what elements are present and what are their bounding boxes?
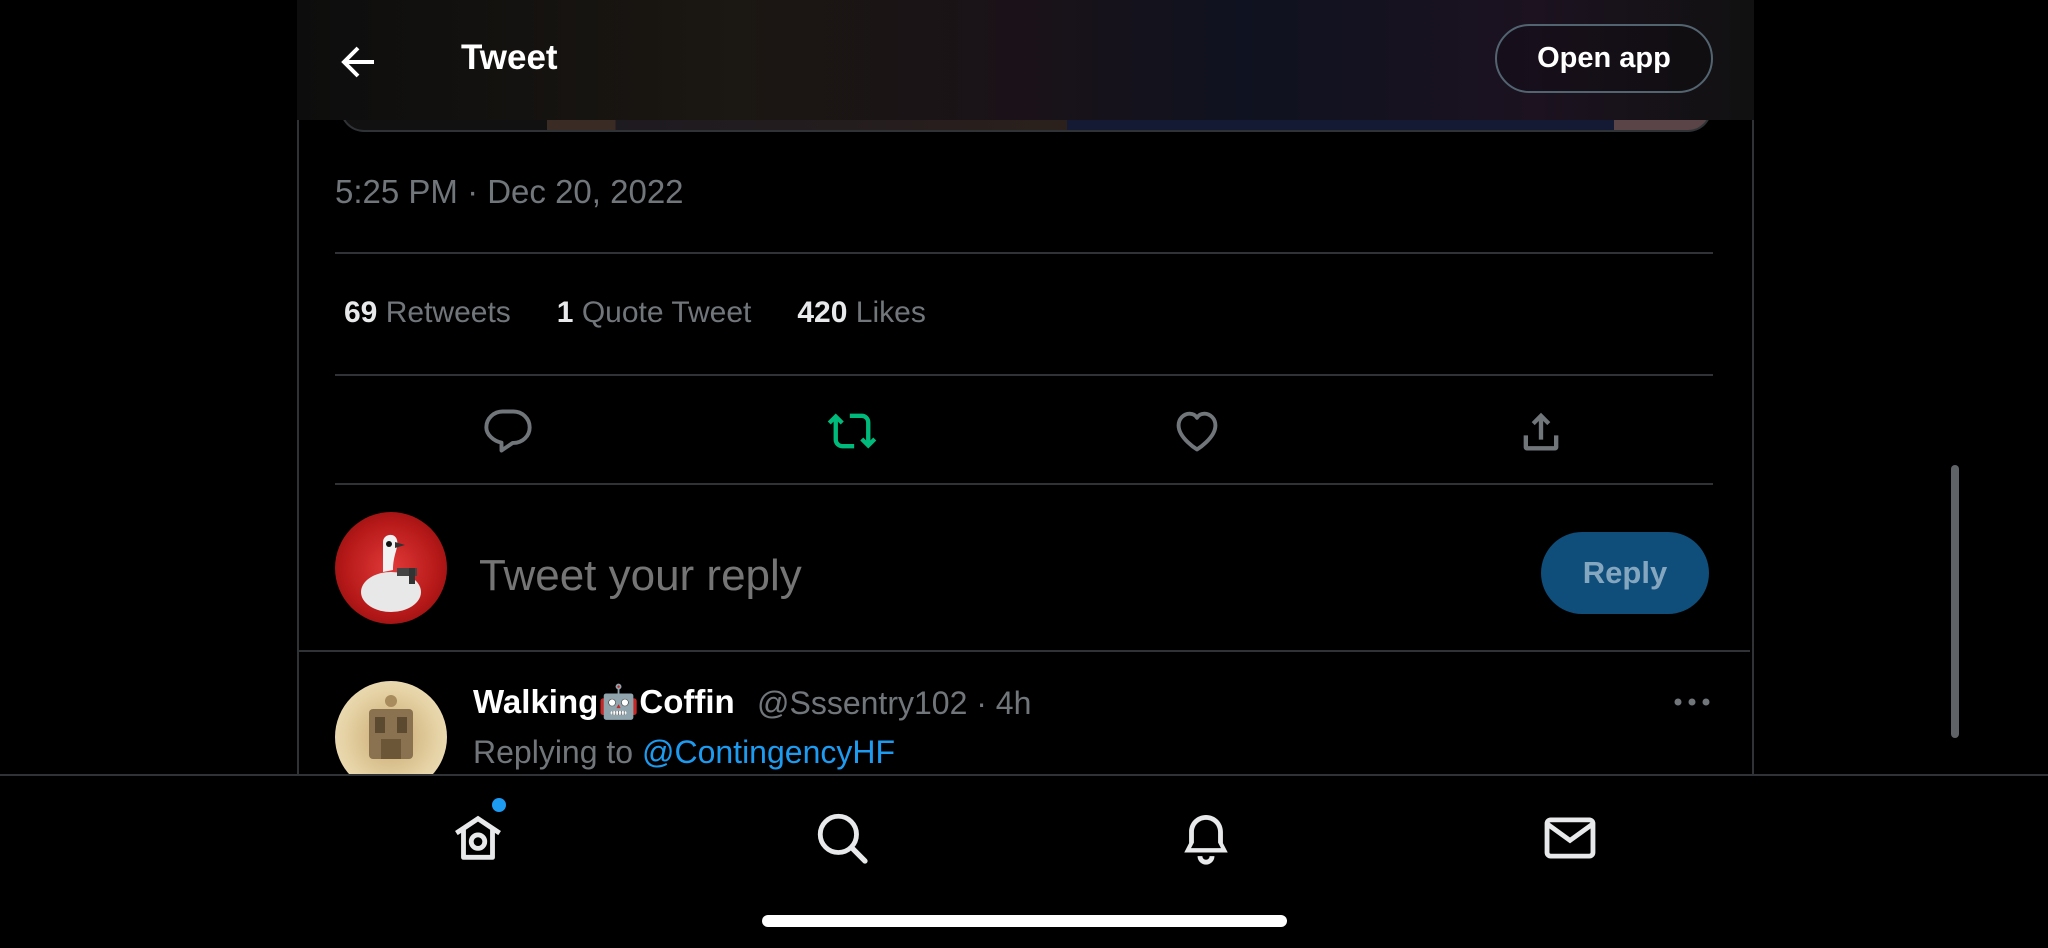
like-heart-icon[interactable] (1171, 405, 1223, 457)
home-icon[interactable] (449, 809, 507, 867)
reply-author-name[interactable]: Walking🤖Coffin (473, 683, 735, 722)
mail-icon[interactable] (1541, 809, 1599, 867)
scrollbar[interactable] (1951, 465, 1959, 738)
tweet-reply-input[interactable] (477, 550, 1261, 602)
search-icon[interactable] (813, 809, 871, 867)
retweets-label: Retweets (385, 296, 511, 329)
divider (335, 483, 1713, 485)
quotes-label: Quote Tweet (581, 296, 752, 329)
more-options-icon[interactable] (1672, 690, 1712, 714)
home-notification-dot (492, 798, 506, 812)
retweet-icon[interactable] (826, 405, 878, 457)
open-app-button[interactable]: Open app (1495, 24, 1713, 93)
retweets-count: 69 (344, 296, 378, 329)
bell-icon[interactable] (1177, 809, 1235, 867)
quotes-count: 1 (556, 296, 574, 329)
likes-stat[interactable]: 420 Likes (797, 296, 925, 330)
likes-count: 420 (797, 296, 848, 329)
replying-to-mention[interactable]: @ContingencyHF (642, 734, 895, 770)
bottom-nav (0, 774, 2048, 948)
reply-author-handle-time[interactable]: @Sssentry102 · 4h (757, 685, 1031, 722)
replying-to: Replying to @ContingencyHF (473, 734, 895, 771)
divider (335, 374, 1713, 376)
home-indicator (762, 915, 1287, 927)
reply-button[interactable]: Reply (1541, 532, 1709, 614)
composer-avatar[interactable] (335, 512, 447, 624)
divider (335, 252, 1713, 254)
page-title: Tweet (461, 38, 558, 77)
retweets-stat[interactable]: 69 Retweets (344, 296, 511, 330)
reply-icon[interactable] (482, 405, 534, 457)
replying-to-prefix: Replying to (473, 734, 634, 770)
share-icon[interactable] (1515, 405, 1567, 457)
divider (299, 650, 1750, 652)
tweet-timestamp[interactable]: 5:25 PM · Dec 20, 2022 (335, 173, 684, 211)
likes-label: Likes (855, 296, 926, 329)
quotes-stat[interactable]: 1 Quote Tweet (557, 296, 752, 330)
back-arrow-icon[interactable] (334, 38, 382, 86)
tweet-stats: 69 Retweets 1 Quote Tweet 420 Likes (344, 296, 926, 330)
goose-avatar-icon (361, 534, 421, 612)
